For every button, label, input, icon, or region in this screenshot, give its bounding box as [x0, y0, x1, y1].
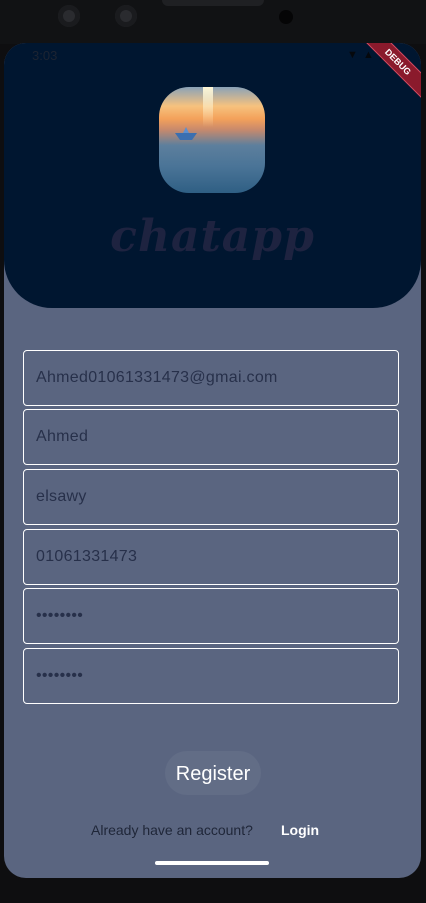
home-indicator[interactable] [155, 861, 269, 865]
last-name-field[interactable]: elsawy [23, 469, 399, 525]
camera-icon [115, 5, 137, 27]
sun-reflection [203, 87, 213, 127]
confirm-password-field[interactable]: •••••••• [23, 648, 399, 704]
camera-icon [58, 5, 80, 27]
email-field[interactable]: Ahmed01061331473@gmai.com [23, 350, 399, 406]
register-button[interactable]: Register [165, 751, 261, 795]
first-name-field[interactable]: Ahmed [23, 409, 399, 465]
app-screen: 3:03 ▼ ▲ ▮ DEBUG chatapp Ahmed0106133147… [4, 43, 421, 878]
header-banner: 3:03 ▼ ▲ ▮ DEBUG chatapp [4, 43, 421, 308]
already-have-account-text: Already have an account? [91, 822, 253, 838]
phone-field[interactable]: 01061331473 [23, 529, 399, 585]
app-logo [159, 87, 265, 193]
phone-top-bezel [0, 0, 426, 44]
phone-bottom-bezel [0, 878, 426, 903]
paper-boat-icon [175, 127, 197, 140]
app-name: chatapp [110, 211, 315, 262]
status-time: 3:03 [32, 48, 58, 63]
login-link[interactable]: Login [281, 822, 319, 838]
password-field[interactable]: •••••••• [23, 588, 399, 644]
speaker-grille [162, 0, 264, 6]
sensor-icon [279, 10, 293, 24]
